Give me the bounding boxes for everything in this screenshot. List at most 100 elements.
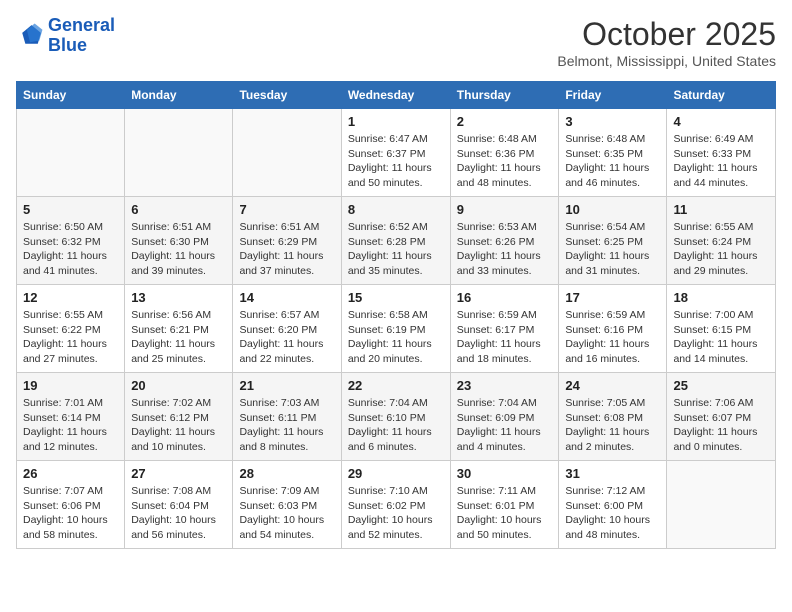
day-number: 3	[565, 114, 660, 129]
calendar-cell: 18 Sunrise: 7:00 AM Sunset: 6:15 PM Dayli…	[667, 285, 776, 373]
day-number: 12	[23, 290, 118, 305]
weekday-header-saturday: Saturday	[667, 82, 776, 109]
calendar-cell: 23 Sunrise: 7:04 AM Sunset: 6:09 PM Dayli…	[450, 373, 559, 461]
day-number: 13	[131, 290, 226, 305]
day-info: Sunrise: 7:12 AM Sunset: 6:00 PM Dayligh…	[565, 484, 660, 543]
calendar-cell: 9 Sunrise: 6:53 AM Sunset: 6:26 PM Daylig…	[450, 197, 559, 285]
day-info: Sunrise: 7:09 AM Sunset: 6:03 PM Dayligh…	[239, 484, 334, 543]
day-info: Sunrise: 7:04 AM Sunset: 6:09 PM Dayligh…	[457, 396, 553, 455]
day-number: 20	[131, 378, 226, 393]
day-info: Sunrise: 6:54 AM Sunset: 6:25 PM Dayligh…	[565, 220, 660, 279]
day-info: Sunrise: 7:07 AM Sunset: 6:06 PM Dayligh…	[23, 484, 118, 543]
month-title: October 2025	[557, 16, 776, 53]
calendar-cell	[233, 109, 341, 197]
weekday-header-tuesday: Tuesday	[233, 82, 341, 109]
logo-text: General Blue	[48, 16, 115, 56]
calendar-cell: 30 Sunrise: 7:11 AM Sunset: 6:01 PM Dayli…	[450, 461, 559, 549]
day-info: Sunrise: 6:51 AM Sunset: 6:30 PM Dayligh…	[131, 220, 226, 279]
day-number: 5	[23, 202, 118, 217]
day-number: 1	[348, 114, 444, 129]
day-info: Sunrise: 6:47 AM Sunset: 6:37 PM Dayligh…	[348, 132, 444, 191]
day-number: 25	[673, 378, 769, 393]
weekday-header-monday: Monday	[125, 82, 233, 109]
calendar-cell: 25 Sunrise: 7:06 AM Sunset: 6:07 PM Dayli…	[667, 373, 776, 461]
calendar-cell: 31 Sunrise: 7:12 AM Sunset: 6:00 PM Dayli…	[559, 461, 667, 549]
title-block: October 2025 Belmont, Mississippi, Unite…	[557, 16, 776, 69]
logo-icon	[16, 22, 44, 50]
day-number: 28	[239, 466, 334, 481]
day-number: 15	[348, 290, 444, 305]
day-info: Sunrise: 7:08 AM Sunset: 6:04 PM Dayligh…	[131, 484, 226, 543]
weekday-header-wednesday: Wednesday	[341, 82, 450, 109]
day-info: Sunrise: 6:48 AM Sunset: 6:36 PM Dayligh…	[457, 132, 553, 191]
day-info: Sunrise: 7:02 AM Sunset: 6:12 PM Dayligh…	[131, 396, 226, 455]
day-number: 19	[23, 378, 118, 393]
day-number: 16	[457, 290, 553, 305]
day-number: 29	[348, 466, 444, 481]
day-info: Sunrise: 6:53 AM Sunset: 6:26 PM Dayligh…	[457, 220, 553, 279]
day-number: 9	[457, 202, 553, 217]
calendar-cell	[125, 109, 233, 197]
calendar-cell: 21Sunrise: 7:03 AM Sunset: 6:11 PM Dayli…	[233, 373, 341, 461]
day-info: Sunrise: 7:10 AM Sunset: 6:02 PM Dayligh…	[348, 484, 444, 543]
calendar-table: SundayMondayTuesdayWednesdayThursdayFrid…	[16, 81, 776, 549]
day-info: Sunrise: 7:06 AM Sunset: 6:07 PM Dayligh…	[673, 396, 769, 455]
day-number: 14	[239, 290, 334, 305]
day-number: 7	[239, 202, 334, 217]
day-info: Sunrise: 6:51 AM Sunset: 6:29 PM Dayligh…	[239, 220, 334, 279]
day-number: 2	[457, 114, 553, 129]
day-number: 31	[565, 466, 660, 481]
calendar-week-row: 12 Sunrise: 6:55 AM Sunset: 6:22 PM Dayli…	[17, 285, 776, 373]
day-number: 26	[23, 466, 118, 481]
day-number: 11	[673, 202, 769, 217]
calendar-cell: 8Sunrise: 6:52 AM Sunset: 6:28 PM Daylig…	[341, 197, 450, 285]
calendar-week-row: 1 Sunrise: 6:47 AM Sunset: 6:37 PM Daylig…	[17, 109, 776, 197]
calendar-cell: 3Sunrise: 6:48 AM Sunset: 6:35 PM Daylig…	[559, 109, 667, 197]
day-number: 8	[348, 202, 444, 217]
calendar-week-row: 19Sunrise: 7:01 AM Sunset: 6:14 PM Dayli…	[17, 373, 776, 461]
calendar-cell: 2 Sunrise: 6:48 AM Sunset: 6:36 PM Daylig…	[450, 109, 559, 197]
day-info: Sunrise: 6:55 AM Sunset: 6:22 PM Dayligh…	[23, 308, 118, 367]
day-info: Sunrise: 7:11 AM Sunset: 6:01 PM Dayligh…	[457, 484, 553, 543]
day-number: 10	[565, 202, 660, 217]
calendar-cell: 17 Sunrise: 6:59 AM Sunset: 6:16 PM Dayli…	[559, 285, 667, 373]
calendar-cell: 22 Sunrise: 7:04 AM Sunset: 6:10 PM Dayli…	[341, 373, 450, 461]
calendar-cell: 4Sunrise: 6:49 AM Sunset: 6:33 PM Daylig…	[667, 109, 776, 197]
calendar-week-row: 26 Sunrise: 7:07 AM Sunset: 6:06 PM Dayli…	[17, 461, 776, 549]
calendar-cell: 15Sunrise: 6:58 AM Sunset: 6:19 PM Dayli…	[341, 285, 450, 373]
day-number: 18	[673, 290, 769, 305]
calendar-cell	[17, 109, 125, 197]
calendar-cell: 7 Sunrise: 6:51 AM Sunset: 6:29 PM Daylig…	[233, 197, 341, 285]
calendar-cell: 14 Sunrise: 6:57 AM Sunset: 6:20 PM Dayli…	[233, 285, 341, 373]
weekday-header-row: SundayMondayTuesdayWednesdayThursdayFrid…	[17, 82, 776, 109]
calendar-cell: 5Sunrise: 6:50 AM Sunset: 6:32 PM Daylig…	[17, 197, 125, 285]
calendar-cell: 26 Sunrise: 7:07 AM Sunset: 6:06 PM Dayli…	[17, 461, 125, 549]
location-subtitle: Belmont, Mississippi, United States	[557, 53, 776, 69]
calendar-cell: 12 Sunrise: 6:55 AM Sunset: 6:22 PM Dayli…	[17, 285, 125, 373]
weekday-header-friday: Friday	[559, 82, 667, 109]
day-info: Sunrise: 7:00 AM Sunset: 6:15 PM Dayligh…	[673, 308, 769, 367]
calendar-cell: 28 Sunrise: 7:09 AM Sunset: 6:03 PM Dayli…	[233, 461, 341, 549]
day-number: 6	[131, 202, 226, 217]
calendar-cell: 13Sunrise: 6:56 AM Sunset: 6:21 PM Dayli…	[125, 285, 233, 373]
day-info: Sunrise: 6:55 AM Sunset: 6:24 PM Dayligh…	[673, 220, 769, 279]
day-info: Sunrise: 7:04 AM Sunset: 6:10 PM Dayligh…	[348, 396, 444, 455]
weekday-header-thursday: Thursday	[450, 82, 559, 109]
day-info: Sunrise: 6:57 AM Sunset: 6:20 PM Dayligh…	[239, 308, 334, 367]
calendar-cell: 27 Sunrise: 7:08 AM Sunset: 6:04 PM Dayli…	[125, 461, 233, 549]
calendar-cell: 11 Sunrise: 6:55 AM Sunset: 6:24 PM Dayli…	[667, 197, 776, 285]
day-info: Sunrise: 7:05 AM Sunset: 6:08 PM Dayligh…	[565, 396, 660, 455]
day-info: Sunrise: 6:59 AM Sunset: 6:16 PM Dayligh…	[565, 308, 660, 367]
day-number: 17	[565, 290, 660, 305]
calendar-week-row: 5Sunrise: 6:50 AM Sunset: 6:32 PM Daylig…	[17, 197, 776, 285]
day-number: 4	[673, 114, 769, 129]
calendar-cell: 1 Sunrise: 6:47 AM Sunset: 6:37 PM Daylig…	[341, 109, 450, 197]
weekday-header-sunday: Sunday	[17, 82, 125, 109]
calendar-cell: 19Sunrise: 7:01 AM Sunset: 6:14 PM Dayli…	[17, 373, 125, 461]
day-number: 23	[457, 378, 553, 393]
day-number: 27	[131, 466, 226, 481]
calendar-cell: 16Sunrise: 6:59 AM Sunset: 6:17 PM Dayli…	[450, 285, 559, 373]
day-number: 30	[457, 466, 553, 481]
day-number: 22	[348, 378, 444, 393]
calendar-cell: 29 Sunrise: 7:10 AM Sunset: 6:02 PM Dayli…	[341, 461, 450, 549]
